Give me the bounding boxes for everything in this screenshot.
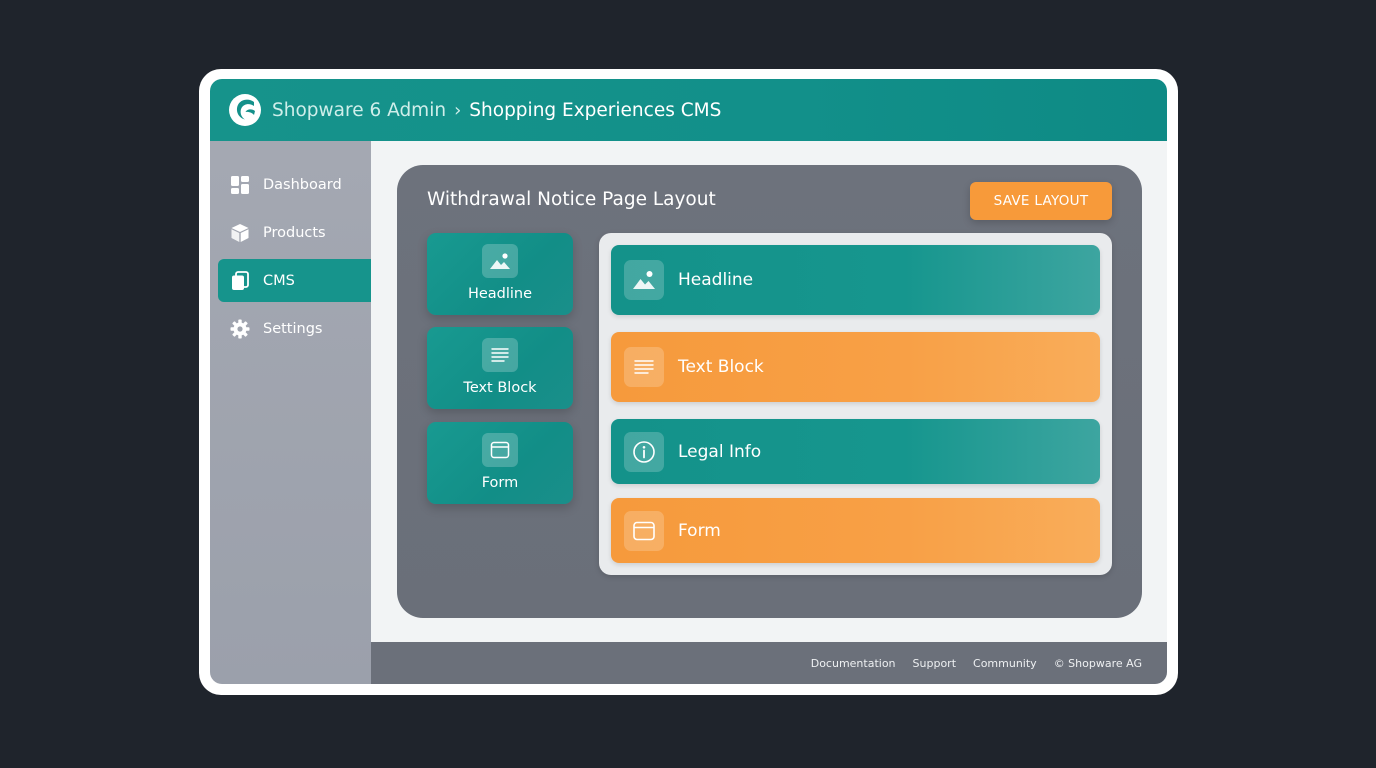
text-lines-icon bbox=[482, 338, 518, 372]
layout-editor-panel: Withdrawal Notice Page Layout SAVE LAYOU… bbox=[397, 165, 1142, 618]
canvas-block-label: Headline bbox=[678, 270, 754, 290]
sidebar-item-label: Products bbox=[263, 224, 326, 241]
footer-link-documentation[interactable]: Documentation bbox=[811, 657, 896, 670]
footer: Documentation Support Community © Shopwa… bbox=[371, 642, 1167, 684]
canvas-block-label: Form bbox=[678, 520, 721, 541]
canvas-block-headline[interactable]: Headline bbox=[611, 245, 1100, 315]
layout-canvas[interactable]: Headline Text Block Legal Info Form bbox=[599, 233, 1112, 575]
breadcrumb-app[interactable]: Shopware 6 Admin bbox=[272, 100, 446, 121]
save-layout-button[interactable]: SAVE LAYOUT bbox=[970, 182, 1112, 220]
canvas-block-legal-info[interactable]: Legal Info bbox=[611, 419, 1100, 484]
palette-block-form[interactable]: Form bbox=[427, 422, 573, 504]
sidebar-item-label: Settings bbox=[263, 320, 323, 337]
form-window-icon bbox=[482, 433, 518, 467]
palette-block-label: Headline bbox=[467, 286, 533, 302]
gear-icon bbox=[230, 319, 250, 338]
info-icon bbox=[624, 431, 664, 472]
image-icon bbox=[624, 260, 664, 300]
footer-link-support[interactable]: Support bbox=[913, 657, 956, 670]
sidebar-item-cms[interactable]: CMS bbox=[218, 259, 371, 302]
window-frame: Shopware 6 Admin › Shopping Experiences … bbox=[199, 69, 1178, 695]
canvas-block-form[interactable]: Form bbox=[611, 498, 1100, 563]
sidebar-item-label: CMS bbox=[263, 272, 295, 289]
dashboard-icon bbox=[231, 175, 249, 194]
breadcrumb-page: Shopping Experiences CMS bbox=[469, 99, 722, 121]
sidebar-item-dashboard[interactable]: Dashboard bbox=[218, 163, 371, 206]
palette-block-label: Form bbox=[481, 475, 519, 491]
canvas-block-label: Legal Info bbox=[678, 441, 762, 462]
pages-icon bbox=[232, 270, 249, 290]
top-bar: Shopware 6 Admin › Shopping Experiences … bbox=[210, 79, 1167, 141]
footer-link-community[interactable]: Community bbox=[973, 657, 1037, 670]
palette-block-label: Text Block bbox=[463, 380, 537, 396]
canvas-block-label: Text Block bbox=[678, 357, 764, 377]
box-icon bbox=[231, 223, 249, 242]
palette-block-headline[interactable]: Headline bbox=[427, 233, 573, 315]
breadcrumb-separator-icon: › bbox=[454, 99, 462, 121]
sidebar-item-label: Dashboard bbox=[263, 176, 342, 193]
form-window-icon bbox=[624, 510, 664, 551]
sidebar: Dashboard Products CMS Settings bbox=[210, 141, 371, 684]
admin-app: Shopware 6 Admin › Shopping Experiences … bbox=[210, 79, 1167, 684]
text-lines-icon bbox=[624, 347, 664, 387]
sidebar-item-settings[interactable]: Settings bbox=[218, 307, 371, 350]
canvas-block-text[interactable]: Text Block bbox=[611, 332, 1100, 402]
image-icon bbox=[482, 244, 518, 278]
sidebar-item-products[interactable]: Products bbox=[218, 211, 371, 254]
footer-copyright: © Shopware AG bbox=[1053, 656, 1142, 670]
main-content: Withdrawal Notice Page Layout SAVE LAYOU… bbox=[371, 141, 1167, 642]
shopware-logo-icon[interactable] bbox=[228, 93, 262, 127]
page-title: Withdrawal Notice Page Layout bbox=[427, 189, 716, 210]
palette-block-text[interactable]: Text Block bbox=[427, 327, 573, 409]
